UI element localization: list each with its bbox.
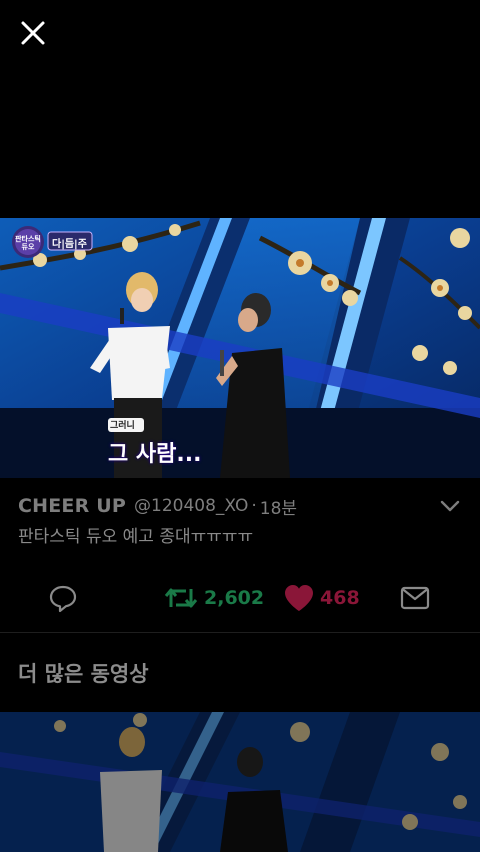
more-video-thumbnail[interactable] <box>0 712 480 852</box>
close-button[interactable] <box>14 14 52 52</box>
tweet-text: 판타스틱 듀오 예고 종대ㅠㅠㅠㅠ <box>18 527 254 547</box>
display-name[interactable]: CHEER UP <box>18 495 126 517</box>
more-videos-heading: 더 많은 동영상 <box>18 662 149 686</box>
more-options-button[interactable] <box>438 494 462 518</box>
user-handle[interactable]: @120408_XO <box>134 496 248 516</box>
divider <box>0 632 480 633</box>
tweet-header: CHEER UP @120408_XO · 18분 <box>18 492 462 520</box>
reply-icon <box>49 585 77 613</box>
close-icon <box>21 21 45 45</box>
program-logo: 판타스틱 듀오 <box>15 235 41 251</box>
subtitle-main: 그 사람... <box>108 442 202 467</box>
tweet-actions: 2,602 468 <box>0 578 480 618</box>
tweet-time: 18분 <box>259 498 298 519</box>
video-thumbnail-frame <box>0 712 480 852</box>
subtitle-small: 그러니 <box>110 421 135 431</box>
video-frame <box>0 218 480 478</box>
separator-dot: · <box>251 496 257 516</box>
retweet-icon <box>164 588 198 608</box>
share-dm-button[interactable] <box>400 578 430 618</box>
reply-button[interactable] <box>48 578 78 618</box>
mail-icon <box>400 586 430 610</box>
like-count: 468 <box>320 587 360 609</box>
retweet-count: 2,602 <box>204 587 265 609</box>
heart-icon <box>285 585 313 611</box>
program-tag: 다|듬|주 <box>52 239 87 250</box>
video-player[interactable]: 판타스틱 듀오 다|듬|주 그러니 그 사람... <box>0 218 480 478</box>
chevron-down-icon <box>440 500 460 512</box>
retweet-button[interactable]: 2,602 <box>164 578 264 618</box>
like-button[interactable]: 468 <box>284 578 360 618</box>
